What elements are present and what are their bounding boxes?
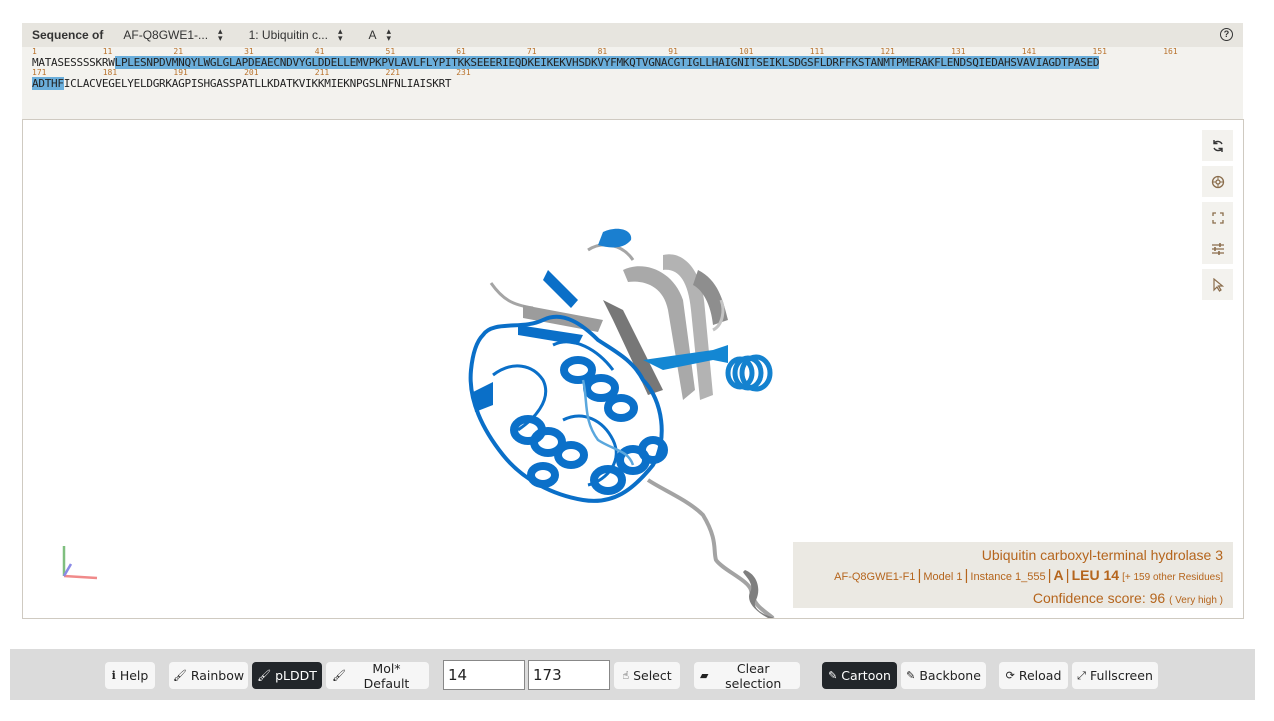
- sequence-header: Sequence of AF-Q8GWE1-... ▴ ▾ 1: Ubiquiti…: [22, 23, 1243, 47]
- clear-selection-button[interactable]: ▰ Clear selection: [694, 661, 800, 691]
- entry-id: AF-Q8GWE1-F1: [834, 571, 916, 583]
- eraser-icon: ▰: [700, 669, 709, 682]
- strand-left-small: [473, 382, 493, 412]
- residue-number-label: 111: [809, 47, 825, 56]
- pencil-icon: ✎: [906, 669, 916, 682]
- view-control-group: [1202, 202, 1233, 264]
- pencil-icon: ✎: [828, 669, 838, 682]
- mol-default-color-button[interactable]: 🖌 Mol* Default: [326, 661, 429, 691]
- residue-number-label: 141: [1021, 47, 1037, 56]
- help-button[interactable]: i Help: [105, 662, 155, 689]
- residue-number-label: 1: [32, 47, 37, 56]
- selection-end-input[interactable]: [528, 660, 610, 690]
- molecule-viewer-canvas[interactable]: Ubiquitin carboxyl-terminal hydrolase 3 …: [22, 119, 1244, 619]
- refresh-icon: ⟳: [1005, 669, 1015, 682]
- fullscreen-button[interactable]: ⤢ Fullscreen: [1072, 662, 1158, 689]
- sequence-selection-highlight[interactable]: ADTHF: [32, 77, 64, 90]
- paint-brush-icon: 🖌: [172, 669, 187, 682]
- residue-number-label: 151: [1092, 47, 1107, 56]
- model-label: Model 1: [923, 571, 963, 583]
- confidence-level: ( Very high ): [1169, 595, 1223, 606]
- select-caret-icon: ▴ ▾: [386, 26, 392, 43]
- confidence-score: Confidence score: 96 ( Very high ): [1032, 590, 1223, 606]
- residue-details: AF-Q8GWE1-F1 | Model 1 | Instance 1_555 | A | LE…: [834, 567, 1223, 584]
- residue-number-label: 61: [456, 47, 466, 56]
- protein-name: Ubiquitin carboxyl-terminal hydrolase 3: [981, 547, 1223, 563]
- entity-select[interactable]: 1: Ubiquitin c... ▴ ▾: [249, 26, 343, 43]
- settings-sliders-icon[interactable]: [1202, 233, 1233, 264]
- residue-number-label: 41: [314, 47, 325, 56]
- selection-mode-icon[interactable]: [1202, 269, 1233, 300]
- expand-arrows-icon: ⤢: [1077, 668, 1086, 682]
- backbone-representation-button[interactable]: ✎ Backbone: [901, 662, 986, 689]
- residue-label: LEU 14: [1071, 567, 1120, 583]
- reload-button[interactable]: ⟳ Reload: [999, 662, 1068, 689]
- residue-number-label: 201: [244, 68, 259, 77]
- residue-number-label: 11: [102, 47, 113, 56]
- axes-orientation-gizmo: [62, 546, 98, 580]
- residue-number-label: 221: [385, 68, 400, 77]
- paint-brush-icon: 🖌: [332, 669, 346, 682]
- residue-number-label: 81: [597, 47, 608, 56]
- helix-right-blue: [725, 354, 773, 392]
- paint-brush-icon: 🖌: [257, 669, 272, 682]
- residue-number-label: 51: [385, 47, 396, 56]
- selection-start-input[interactable]: [443, 660, 525, 690]
- residue-number-label: 131: [951, 47, 966, 56]
- select-button[interactable]: ☝ Select: [614, 662, 680, 689]
- residue-number-label: 161: [1163, 47, 1178, 56]
- sequence-panel: Sequence of AF-Q8GWE1-... ▴ ▾ 1: Ubiquiti…: [22, 23, 1243, 119]
- reset-camera-icon[interactable]: [1202, 130, 1233, 161]
- residue-number-label: 71: [526, 47, 537, 56]
- residue-number-label: 21: [173, 47, 184, 56]
- sequence-letters[interactable]: ADTHFICLACVEGELYELDGRKAGPISHGASSPATLLKDA…: [32, 77, 452, 90]
- screenshot-icon[interactable]: [1202, 166, 1233, 197]
- sequence-line-2[interactable]: ADTHFICLACVEGELYELDGRKAGPISHGASSPATLLKDA…: [32, 68, 1243, 90]
- info-icon: i: [111, 669, 116, 682]
- strand-top-blue: [543, 270, 578, 308]
- hand-pointer-icon: ☝: [622, 669, 630, 682]
- other-residues-count: [+ 159 other Residues]: [1122, 572, 1223, 583]
- sequence-line-1[interactable]: MATASESSSSKRWLPLESNPDVMNQYLWGLGLAPDEAECN…: [32, 47, 1243, 69]
- residue-number-label: 231: [456, 68, 471, 77]
- viewer-controls: [1202, 130, 1233, 305]
- select-caret-icon: ▴ ▾: [218, 26, 223, 43]
- select-caret-icon: ▴ ▾: [337, 26, 343, 43]
- residue-number-label: 91: [668, 47, 678, 56]
- bottom-toolbar: iHelp 🖌Rainbow 🖌pLDDT 🖌Mol* Default ☝Sel…: [10, 649, 1255, 700]
- strand-left-blue: [518, 325, 583, 345]
- hairpin-top-blue: [598, 228, 632, 248]
- highlight-info-panel: Ubiquitin carboxyl-terminal hydrolase 3 …: [793, 542, 1233, 608]
- residue-number-label: 191: [173, 68, 188, 77]
- rainbow-color-button[interactable]: 🖌 Rainbow: [169, 662, 248, 689]
- expand-icon[interactable]: [1202, 202, 1233, 233]
- residue-number-label: 171: [32, 68, 47, 77]
- sequence-body: MATASESSSSKRWLPLESNPDVMNQYLWGLGLAPDEAECN…: [22, 47, 1243, 90]
- chain-select[interactable]: A ▴ ▾: [368, 26, 392, 43]
- cartoon-representation-button[interactable]: ✎ Cartoon: [822, 662, 897, 689]
- chain-label: A: [1053, 567, 1064, 583]
- residue-number-label: 181: [102, 68, 118, 77]
- residue-number-label: 211: [314, 68, 330, 77]
- residue-number-label: 121: [880, 47, 895, 56]
- instance-label: Instance 1_555: [970, 571, 1046, 583]
- structure-select[interactable]: AF-Q8GWE1-... ▴ ▾: [123, 26, 223, 43]
- question-circle-icon[interactable]: ?: [1220, 28, 1233, 41]
- residue-number-label: 101: [739, 47, 754, 56]
- plddt-color-button[interactable]: 🖌 pLDDT: [252, 662, 322, 689]
- sequence-of-label: Sequence of: [32, 28, 104, 42]
- tail-strand: [743, 570, 775, 618]
- residue-number-label: 31: [244, 47, 254, 56]
